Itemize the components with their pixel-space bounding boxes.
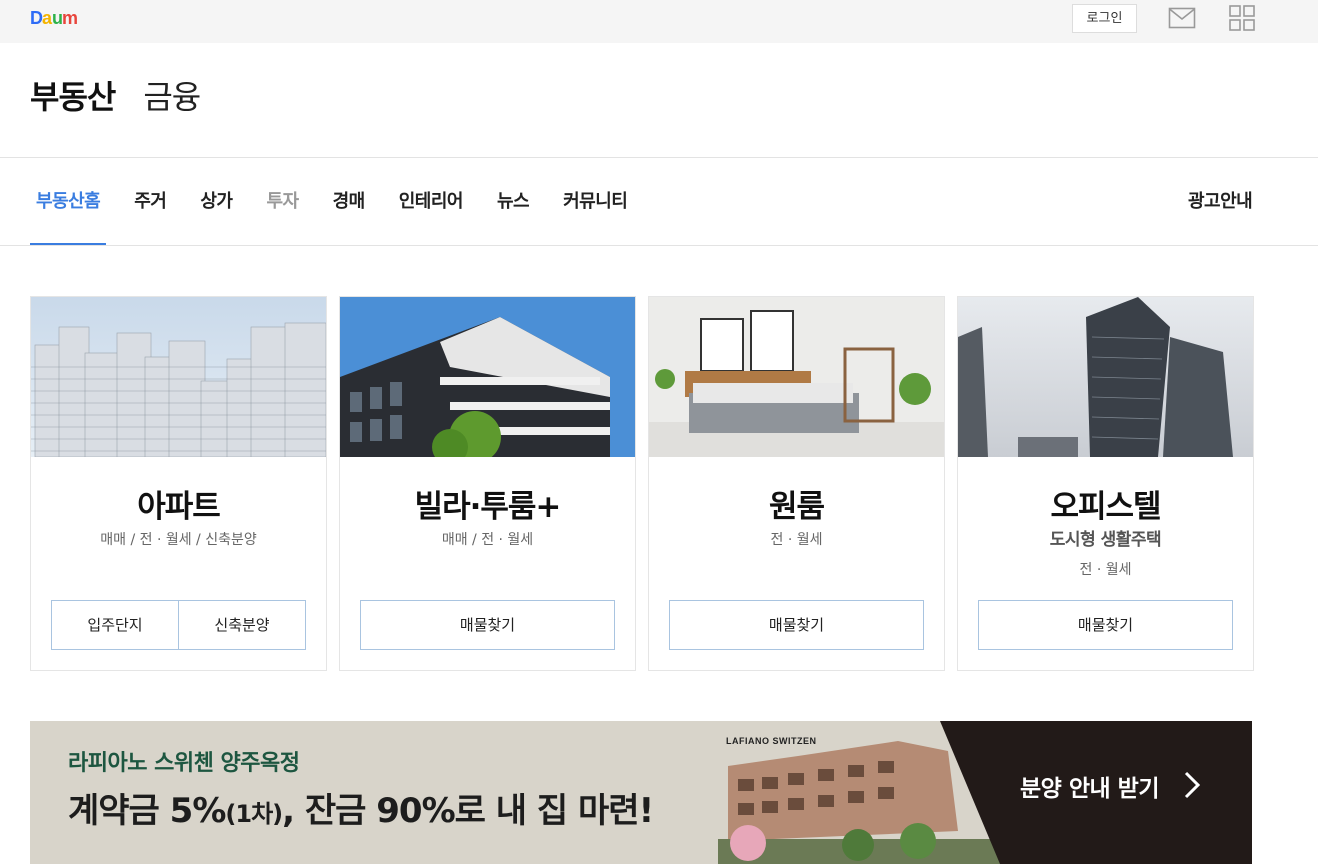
service-title: 부동산 금융 xyxy=(30,72,201,122)
top-bar: D a u m 로그인 xyxy=(0,0,1318,43)
new-sale-button[interactable]: 신축분양 xyxy=(178,600,306,650)
card-subtitle: 전 · 월세 xyxy=(770,532,823,548)
svg-text:u: u xyxy=(52,8,62,28)
villa-image[interactable] xyxy=(340,297,635,457)
main-nav: 부동산홈 주거 상가 투자 경매 인테리어 뉴스 커뮤니티 xyxy=(30,158,655,246)
find-listing-button[interactable]: 매물찾기 xyxy=(978,600,1233,650)
login-button[interactable]: 로그인 xyxy=(1072,4,1137,33)
card-title: 아파트 xyxy=(137,489,221,525)
move-in-complex-button[interactable]: 입주단지 xyxy=(51,600,179,650)
nav-item-invest[interactable]: 투자 xyxy=(261,158,305,245)
daum-logo-mark: D a u m xyxy=(30,8,78,28)
card-subtitle: 매매 / 전 · 월세 xyxy=(441,532,534,548)
banner-headline-b: (1차) xyxy=(225,800,283,828)
svg-text:m: m xyxy=(62,8,77,28)
banner-headline-a: 계약금 5% xyxy=(68,791,226,831)
nav-item-interior[interactable]: 인테리어 xyxy=(393,158,469,245)
card-title: 오피스텔 xyxy=(1050,489,1161,525)
card-subtitle: 매매 / 전 · 월세 / 신축분양 xyxy=(100,532,257,548)
banner-subtitle: 라피아노 스위첸 양주옥정 xyxy=(68,751,300,776)
card-title: 원룸 xyxy=(768,489,825,525)
banner-brand: LAFIANO SWITZEN xyxy=(726,736,817,746)
find-listing-button[interactable]: 매물찾기 xyxy=(669,600,924,650)
nav-item-news[interactable]: 뉴스 xyxy=(491,158,535,245)
card-officetel: 오피스텔 도시형 생활주택 전 · 월세 매물찾기 xyxy=(957,296,1254,671)
nav-item-auction[interactable]: 경매 xyxy=(327,158,371,245)
card-oneroom: 원룸 전 · 월세 매물찾기 xyxy=(648,296,945,671)
chevron-right-icon xyxy=(1184,771,1200,799)
daum-logo[interactable]: D a u m xyxy=(30,7,84,34)
card-title: 빌라·투룸+ xyxy=(414,489,562,525)
nav-item-residence[interactable]: 주거 xyxy=(128,158,172,245)
apartment-image[interactable] xyxy=(31,297,326,457)
nav-divider xyxy=(0,245,1318,246)
nav-item-community[interactable]: 커뮤니티 xyxy=(557,158,633,245)
banner-cta[interactable]: 분양 안내 받기 xyxy=(1020,769,1159,803)
ad-info-link[interactable]: 광고안내 xyxy=(1188,158,1253,245)
nav-item-commercial[interactable]: 상가 xyxy=(194,158,238,245)
oneroom-image[interactable] xyxy=(649,297,944,457)
officetel-image[interactable] xyxy=(958,297,1253,457)
card-subtitle-bold: 도시형 생활주택 xyxy=(1049,530,1162,550)
card-apartment: 아파트 매매 / 전 · 월세 / 신축분양 입주단지 신축분양 xyxy=(30,296,327,671)
find-listing-button[interactable]: 매물찾기 xyxy=(360,600,615,650)
grid-icon[interactable] xyxy=(1229,5,1255,31)
banner-headline-c: , 잔금 90%로 내 집 마련! xyxy=(282,791,654,831)
service-tab-realestate[interactable]: 부동산 xyxy=(30,72,116,118)
ad-banner[interactable]: 라피아노 스위첸 양주옥정 계약금 5%(1차), 잔금 90%로 내 집 마련… xyxy=(30,721,1252,864)
card-villa: 빌라·투룸+ 매매 / 전 · 월세 매물찾기 xyxy=(339,296,636,671)
service-tab-finance[interactable]: 금융 xyxy=(143,72,201,118)
nav-item-home[interactable]: 부동산홈 xyxy=(30,158,107,246)
mail-icon[interactable] xyxy=(1168,7,1196,29)
banner-headline: 계약금 5%(1차), 잔금 90%로 내 집 마련! xyxy=(68,783,654,832)
card-subtitle: 전 · 월세 xyxy=(1079,562,1132,578)
